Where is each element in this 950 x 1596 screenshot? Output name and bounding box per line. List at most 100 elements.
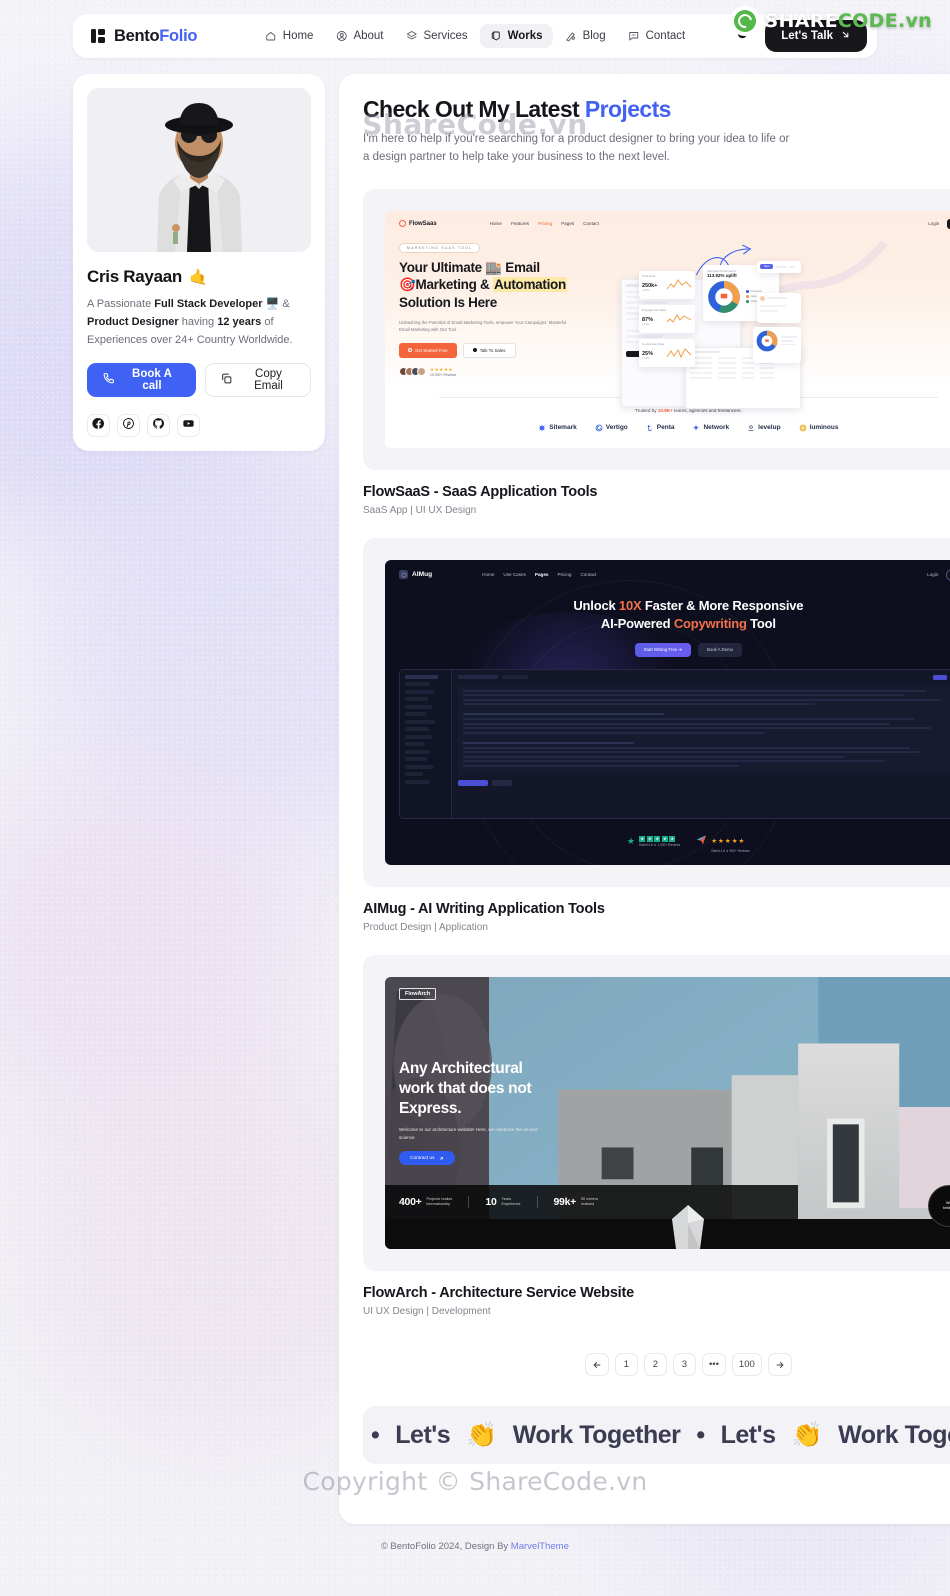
mock-headline-line: Solution Is Here [399, 295, 497, 311]
social-link-pinterest[interactable] [117, 414, 140, 438]
project-tags: UI UX Design | Development [363, 1306, 491, 1317]
nav-item-blog[interactable]: Blog [555, 24, 616, 48]
phone-icon [102, 372, 115, 388]
nav-label: Services [423, 30, 468, 42]
chat-icon [628, 30, 640, 42]
bio-strong: Full Stack Developer [154, 298, 263, 310]
brand-name-first: Bento [114, 26, 160, 45]
social-link-youtube[interactable] [177, 414, 200, 438]
mock-menu-item: Pricing [538, 221, 553, 227]
pagination-page-2[interactable]: 2 [643, 1353, 667, 1376]
mock-login-label: Login [928, 221, 940, 227]
github-icon [152, 417, 165, 435]
flowsaas-mock: FlowSaas Home Features Pricing Pages Con… [385, 210, 950, 448]
brand-logo[interactable]: BentoFolio [91, 27, 197, 46]
copy-icon [220, 372, 233, 388]
marquee-bullet: • [371, 1420, 380, 1449]
mock-headline-highlight: Automation [492, 277, 567, 293]
footer-text: BentoFolio 2024, Design By [387, 1541, 511, 1552]
bio-part: A Passionate [87, 298, 155, 310]
project-thumbnail: AIMug Home Use Cases Pages Pricing Conta… [363, 537, 950, 887]
stat-value: 99k+ [553, 1196, 577, 1208]
client-logo: Penta [646, 424, 674, 432]
mock-paragraph: Unleashing the Potential of Email Market… [399, 320, 567, 333]
copy-email-button[interactable]: Copy Email [204, 363, 311, 398]
theme-toggle-button[interactable] [731, 25, 753, 47]
client-logo: Vertigo [595, 424, 628, 432]
marquee-text: Work Together [838, 1420, 950, 1449]
social-links [87, 414, 311, 438]
mock-headline: Your Ultimate 🏬 Email 🎯Marketing & Autom… [399, 259, 607, 312]
mock-stat-conversion: 25% [642, 350, 654, 357]
pagination-prev[interactable] [584, 1353, 609, 1376]
mock-eyebrow: MARKETING SAAS TOOL [399, 242, 481, 253]
clap-emoji-icon: 👏 [466, 1420, 497, 1449]
mock-headline-line: 🎯Marketing & [399, 277, 493, 293]
pagination-ellipsis[interactable]: ••• [701, 1353, 726, 1376]
stat-label: 50 meters realized [580, 1196, 598, 1207]
footer: © BentoFolio 2024, Design By MarvelTheme [0, 1524, 950, 1572]
project-card-flowsaas[interactable]: FlowSaas Home Features Pricing Pages Con… [363, 188, 950, 516]
mock-stat: 400+ Projects realize internationally [399, 1196, 470, 1208]
project-thumbnail: FlowSaas Home Features Pricing Pages Con… [363, 188, 950, 470]
mock-menu-item: Home [482, 572, 495, 578]
nav-item-about[interactable]: About [325, 24, 393, 48]
bio-strong: Product Designer [87, 315, 179, 328]
page-title: Check Out My Latest Projects [363, 96, 950, 123]
bio-part: having [178, 315, 218, 328]
mock-app-screen [399, 668, 950, 819]
hand-emoji-icon: 🤙 [188, 269, 208, 286]
client-logo: levelup [747, 424, 781, 432]
mock-menu-item: Pricing [557, 572, 572, 578]
project-title: AIMug - AI Writing Application Tools [363, 901, 605, 917]
lets-talk-button[interactable]: Let's Talk [765, 20, 867, 52]
nav-item-home[interactable]: Home [255, 24, 324, 48]
pagination-page-1[interactable]: 1 [614, 1353, 638, 1376]
nav-item-services[interactable]: Services [396, 24, 478, 48]
mock-review-count: 10,000+ Reviews [430, 372, 457, 377]
book-a-call-button[interactable]: Book A call [87, 363, 196, 398]
profile-actions: Book A call Copy Email [87, 363, 311, 398]
footer-link-marveltheme[interactable]: MarvelTheme [511, 1541, 569, 1552]
nav-item-works[interactable]: Works [479, 24, 553, 48]
project-card-flowarch[interactable]: FlowArch Menu Any Architectural work tha… [363, 955, 950, 1317]
pagination-next[interactable] [767, 1353, 792, 1376]
aimug-brand-label: AIMug [412, 571, 433, 579]
nav-label: Contact [645, 30, 686, 42]
mock-menu-item: Use Cases [503, 572, 526, 578]
mock-paragraph: Welcome to our architecture website! Her… [399, 1127, 538, 1140]
trustpilot-stars-icon: ★ ★ ★ ★ ★ [639, 835, 675, 842]
social-link-github[interactable] [147, 414, 170, 438]
mock-dashboard-art: Total Sent 250k+ +4.5% Engagement Rate 8… [607, 240, 950, 409]
mock-secondary-button: Talk To Sales [462, 342, 516, 358]
aimug-logo: AIMug [399, 570, 433, 580]
marquee-text: Let's [395, 1420, 451, 1449]
project-tags: Product Design | Application [363, 922, 488, 933]
mock-headline: Unlock 10X Faster & More Responsive AI-P… [573, 597, 804, 631]
pagination-page-3[interactable]: 3 [672, 1353, 696, 1376]
mock-menu-item: Pages [534, 572, 549, 578]
nav-links: Home About Services Works Blog Contact [255, 24, 695, 48]
mock-menu-item: Home [489, 221, 502, 227]
profile-bio: A Passionate Full Stack Developer 🖥️ & P… [87, 296, 311, 349]
marquee-text: Let's [720, 1420, 776, 1449]
project-card-aimug[interactable]: AIMug Home Use Cases Pages Pricing Conta… [363, 537, 950, 933]
mock-secondary-button: Book A Demo [698, 642, 743, 657]
mock-menu-item: Features [510, 221, 530, 227]
pen-icon [565, 30, 577, 42]
bentofolio-logo-icon [91, 29, 105, 43]
youtube-icon [182, 417, 195, 435]
pagination-page-100[interactable]: 100 [731, 1353, 762, 1376]
cards-icon [490, 30, 502, 42]
mock-stat: 99k+ 50 meters realized [554, 1196, 614, 1208]
nav-item-contact[interactable]: Contact [618, 24, 696, 48]
aimug-mock: AIMug Home Use Cases Pages Pricing Conta… [385, 559, 950, 865]
mock-stats-bar: 400+ Projects realize internationally 10 … [385, 1185, 798, 1219]
social-link-facebook[interactable] [87, 414, 110, 438]
avatar [87, 88, 311, 252]
mock-donut-chart [708, 280, 740, 313]
client-logo: Network [692, 424, 729, 432]
moon-icon [736, 27, 749, 45]
mock-client-logos: Sitemark Vertigo Penta Network levelup l… [385, 423, 950, 444]
flowarch-logo: FlowArch [399, 988, 437, 1000]
